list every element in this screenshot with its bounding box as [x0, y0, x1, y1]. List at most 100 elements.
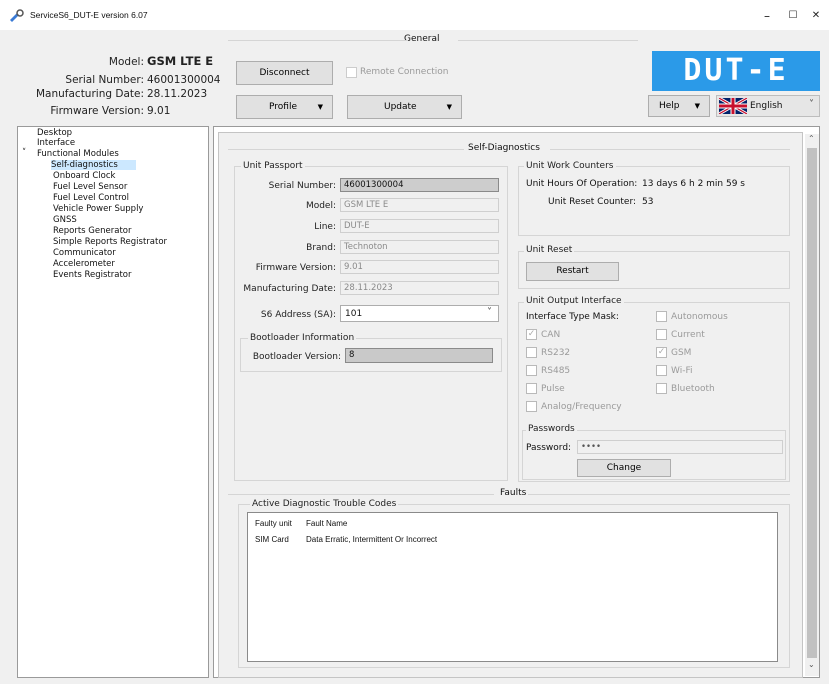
- gsm-checkbox[interactable]: ✓: [656, 347, 667, 358]
- language-label: English: [750, 101, 783, 111]
- tree-item-fuel-level-control[interactable]: Fuel Level Control: [53, 193, 129, 203]
- firmware-version-label: Firmware Version:: [255, 263, 336, 273]
- scroll-up-icon[interactable]: ⌃: [808, 134, 815, 143]
- dropdown-arrow-icon: ▼: [694, 102, 700, 110]
- s6-address-label: S6 Address (SA):: [260, 310, 336, 320]
- divider: [458, 40, 638, 41]
- fault-row-name[interactable]: Data Erratic, Intermittent Or Incorrect: [306, 535, 437, 544]
- tree-item-interface[interactable]: Interface: [37, 138, 75, 148]
- scrollbar-thumb[interactable]: [807, 148, 817, 658]
- line-field[interactable]: DUT-E: [340, 219, 499, 233]
- model-value: GSM LTE E: [147, 54, 214, 68]
- vertical-scrollbar[interactable]: ⌃ ⌄: [805, 134, 819, 676]
- rs232-checkbox[interactable]: [526, 347, 537, 358]
- unit-passport-title: Unit Passport: [241, 161, 305, 171]
- can-checkbox[interactable]: ✓: [526, 329, 537, 340]
- tree-item-communicator[interactable]: Communicator: [53, 248, 116, 258]
- chevron-down-icon: ˅: [487, 307, 492, 318]
- analog-frequency-checkbox[interactable]: [526, 401, 537, 412]
- current-checkbox[interactable]: [656, 329, 667, 340]
- tree-item-vehicle-power-supply[interactable]: Vehicle Power Supply: [53, 204, 143, 214]
- serial-label: Serial Number:: [65, 74, 144, 86]
- dropdown-arrow-icon: ▼: [446, 103, 452, 111]
- module-tree[interactable]: Desktop Interface ˅ Functional Modules S…: [17, 126, 209, 678]
- faults-title: Faults: [500, 488, 527, 498]
- dut-e-logo: DUT-E: [652, 51, 820, 91]
- line-label: Line:: [314, 222, 336, 232]
- remote-connection-checkbox[interactable]: [346, 67, 357, 78]
- bootloader-version-field[interactable]: 8: [345, 348, 493, 363]
- brand-label: Brand:: [306, 243, 336, 253]
- divider: [228, 494, 494, 495]
- restart-button[interactable]: Restart: [526, 262, 619, 281]
- autonomous-label: Autonomous: [671, 312, 728, 322]
- manufacturing-date-label: Manufacturing Date:: [243, 284, 336, 294]
- pulse-checkbox[interactable]: [526, 383, 537, 394]
- tree-item-gnss[interactable]: GNSS: [53, 215, 77, 225]
- brand-field[interactable]: Technoton: [340, 240, 499, 254]
- profile-button[interactable]: Profile ▼: [236, 95, 333, 119]
- wifi-label: Wi-Fi: [671, 366, 693, 376]
- app-icon: [10, 9, 24, 22]
- close-button[interactable]: ✕: [805, 6, 827, 26]
- tree-item-simple-reports-registrator[interactable]: Simple Reports Registrator: [53, 237, 167, 247]
- dropdown-arrow-icon: ▼: [317, 103, 323, 111]
- firmware-version-field[interactable]: 9.01: [340, 260, 499, 274]
- password-field[interactable]: ••••: [577, 440, 783, 454]
- tree-item-events-registrator[interactable]: Events Registrator: [53, 270, 131, 280]
- window-title: ServiceS6_DUT-E version 6.07: [30, 10, 148, 20]
- hours-of-operation-value: 13 days 6 h 2 min 59 s: [642, 179, 745, 189]
- self-diagnostics-title: Self-Diagnostics: [468, 143, 540, 153]
- tree-item-functional-modules[interactable]: Functional Modules: [37, 149, 119, 159]
- password-label: Password:: [526, 443, 572, 453]
- language-select[interactable]: English ˅: [716, 95, 820, 117]
- tree-expander-icon[interactable]: ˅: [22, 148, 26, 158]
- general-title: General: [404, 34, 440, 44]
- disconnect-button[interactable]: Disconnect: [236, 61, 333, 85]
- passwords-title: Passwords: [526, 424, 577, 434]
- title-bar: ServiceS6_DUT-E version 6.07 – ☐ ✕: [0, 0, 829, 30]
- model-label: Model:: [305, 201, 336, 211]
- bluetooth-checkbox[interactable]: [656, 383, 667, 394]
- fault-row-unit[interactable]: SIM Card: [255, 535, 289, 544]
- s6-address-value: 101: [345, 309, 363, 319]
- unit-passport-group: [234, 166, 508, 481]
- s6-address-select[interactable]: 101 ˅: [340, 305, 499, 322]
- rs485-checkbox[interactable]: [526, 365, 537, 376]
- can-label: CAN: [541, 330, 561, 340]
- bootloader-version-label: Bootloader Version:: [252, 352, 341, 362]
- unit-work-counters-title: Unit Work Counters: [524, 161, 616, 171]
- help-label: Help: [659, 101, 680, 111]
- scroll-down-icon[interactable]: ⌄: [808, 660, 815, 669]
- tree-item-accelerometer[interactable]: Accelerometer: [53, 259, 115, 269]
- wifi-checkbox[interactable]: [656, 365, 667, 376]
- current-label: Current: [671, 330, 705, 340]
- analog-frequency-label: Analog/Frequency: [541, 402, 622, 412]
- model-field[interactable]: GSM LTE E: [340, 198, 499, 212]
- firmware-value: 9.01: [147, 105, 171, 117]
- serial-number-label: Serial Number:: [268, 181, 336, 191]
- update-button[interactable]: Update ▼: [347, 95, 462, 119]
- tree-item-reports-generator[interactable]: Reports Generator: [53, 226, 131, 236]
- maximize-button[interactable]: ☐: [782, 6, 804, 26]
- serial-value: 46001300004: [147, 74, 221, 86]
- autonomous-checkbox[interactable]: [656, 311, 667, 322]
- tree-item-desktop[interactable]: Desktop: [37, 128, 72, 138]
- interface-type-mask-label: Interface Type Mask:: [526, 312, 619, 322]
- firmware-label: Firmware Version:: [50, 105, 144, 117]
- change-password-button[interactable]: Change: [577, 459, 671, 477]
- mfg-date-label: Manufacturing Date:: [35, 88, 144, 100]
- gsm-label: GSM: [671, 348, 692, 358]
- bluetooth-label: Bluetooth: [671, 384, 715, 394]
- serial-number-field[interactable]: 46001300004: [340, 178, 499, 192]
- update-label: Update: [384, 102, 417, 112]
- manufacturing-date-field[interactable]: 28.11.2023: [340, 281, 499, 295]
- help-button[interactable]: Help ▼: [648, 95, 710, 117]
- uk-flag-icon: [719, 98, 747, 114]
- tree-item-onboard-clock[interactable]: Onboard Clock: [53, 171, 115, 181]
- pulse-label: Pulse: [541, 384, 565, 394]
- hours-of-operation-label: Unit Hours Of Operation:: [526, 179, 638, 189]
- minimize-button[interactable]: –: [756, 6, 778, 26]
- tree-item-self-diagnostics[interactable]: Self-diagnostics: [51, 160, 136, 170]
- tree-item-fuel-level-sensor[interactable]: Fuel Level Sensor: [53, 182, 127, 192]
